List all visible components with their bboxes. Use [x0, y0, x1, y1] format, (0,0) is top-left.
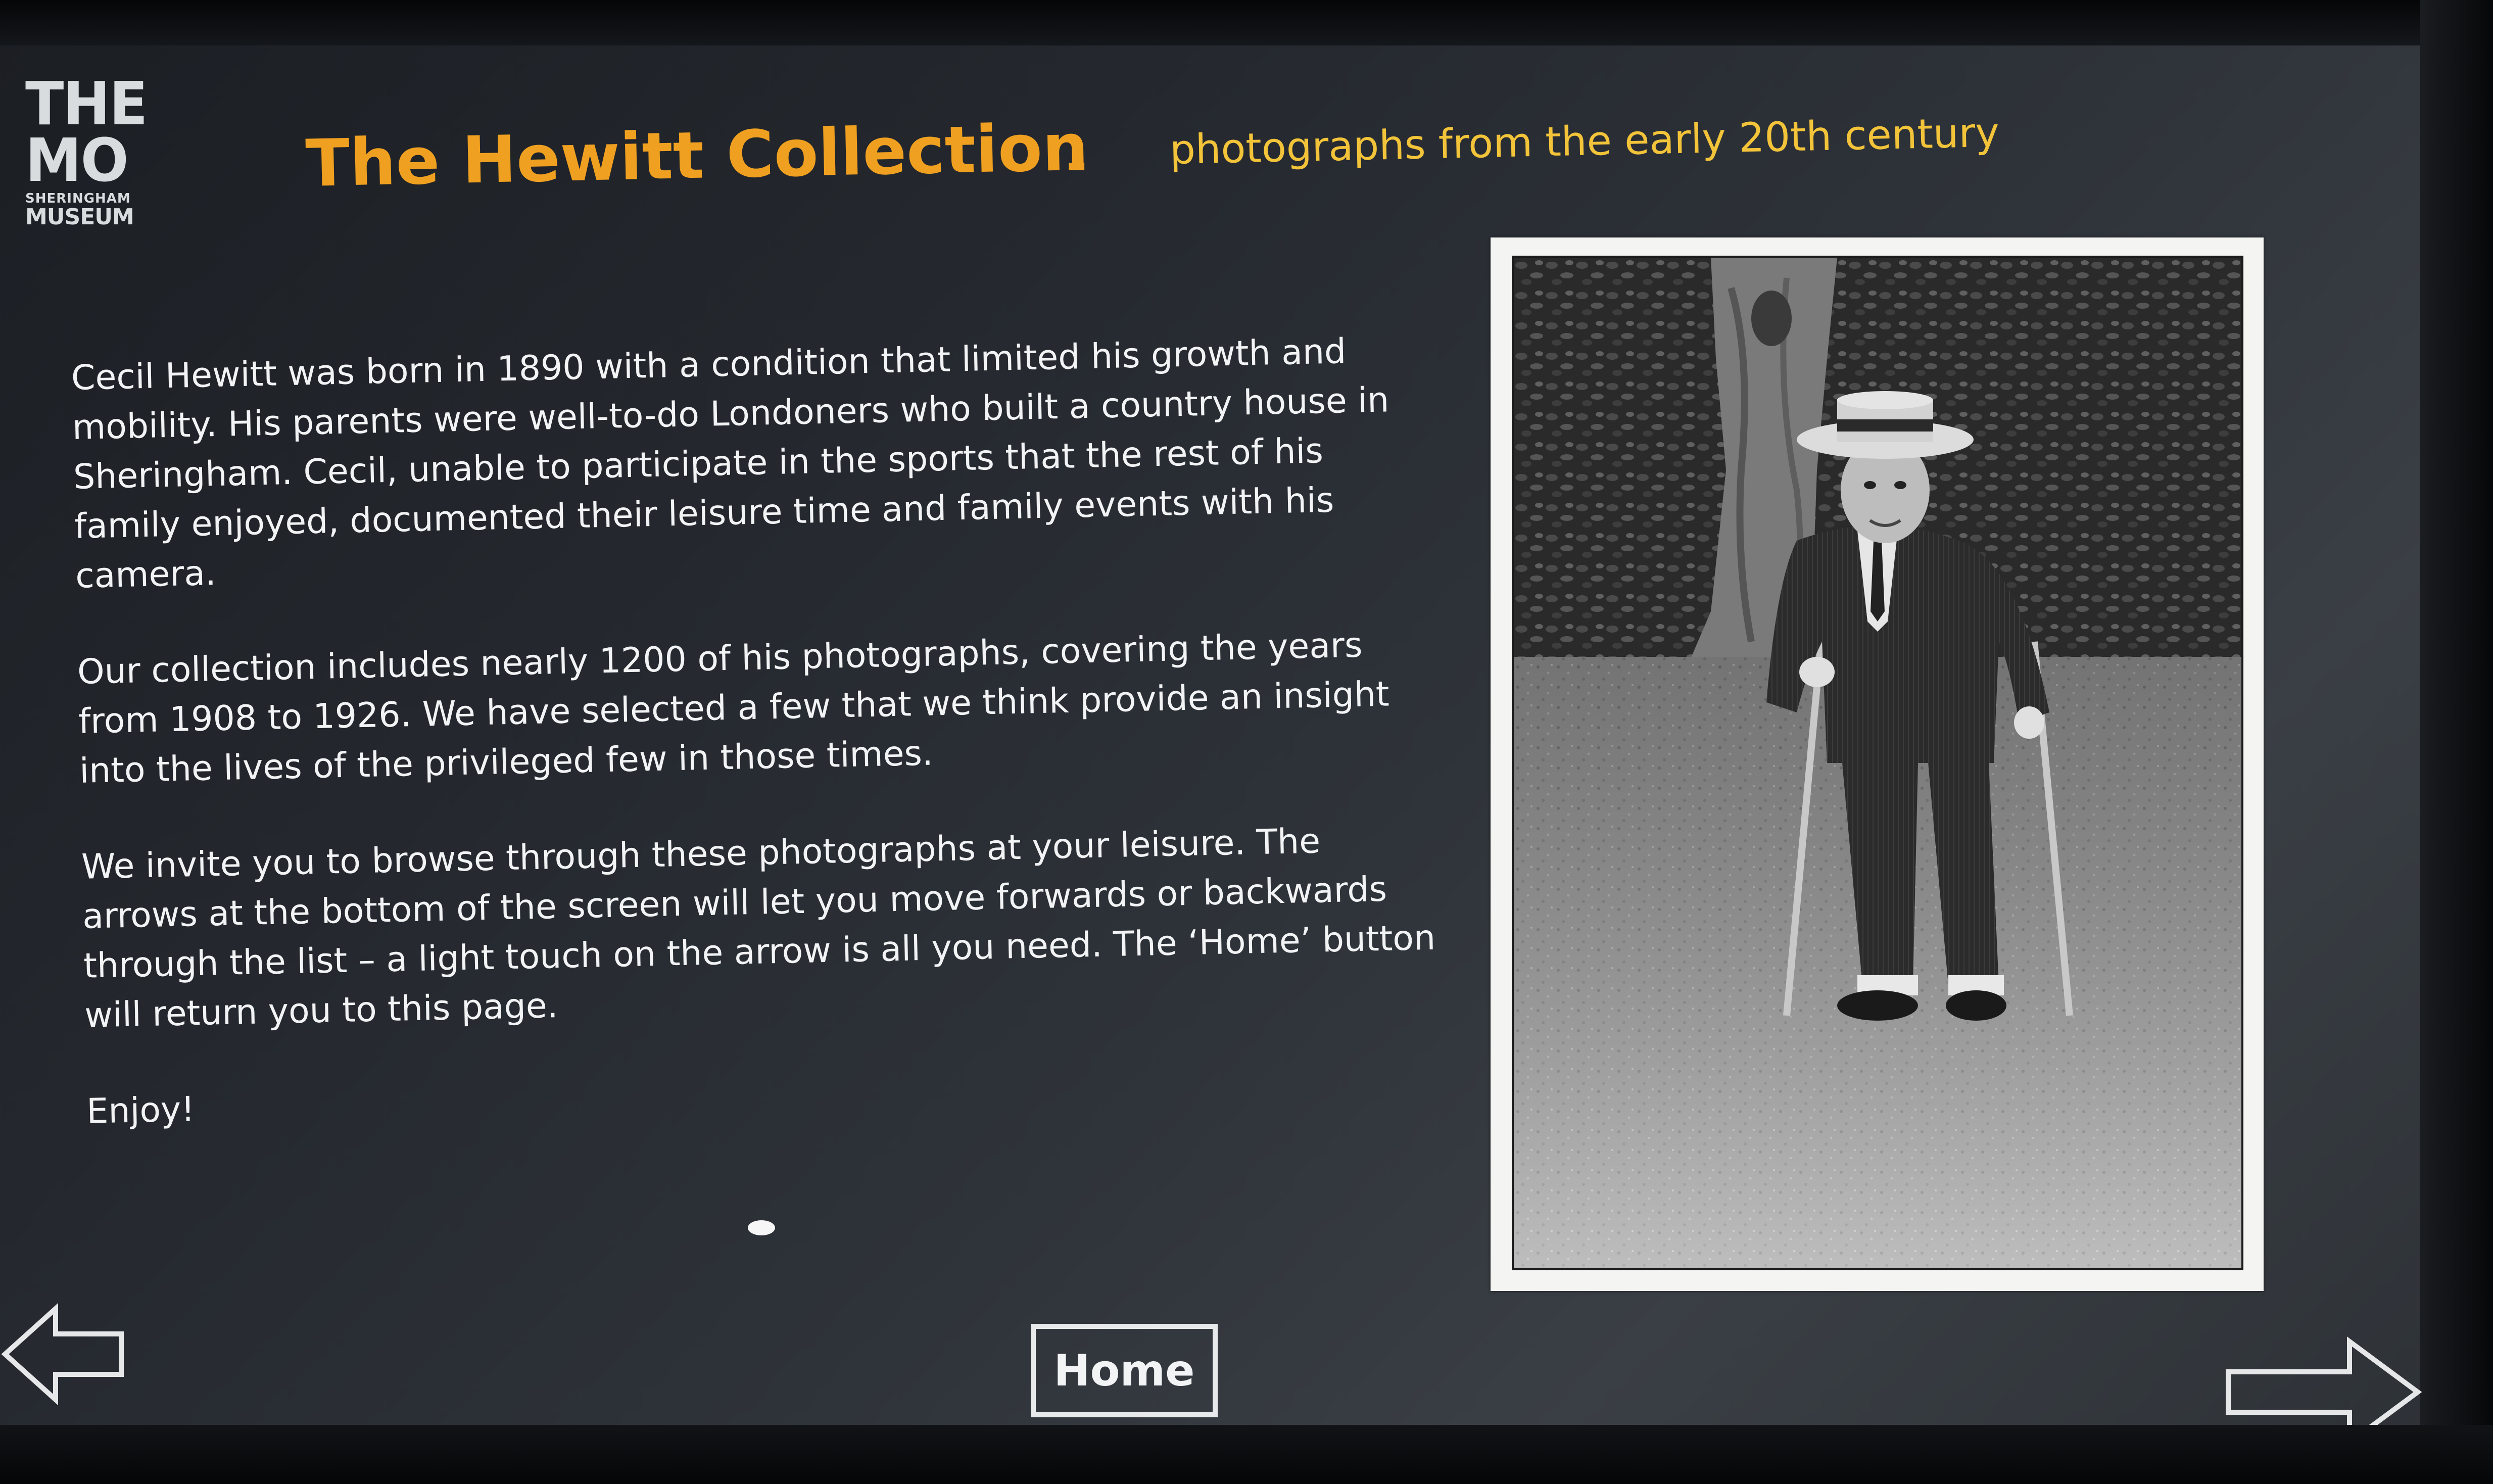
- title-separator: -: [1066, 134, 1087, 193]
- page-subtitle: photographs from the early 20th century: [1169, 109, 2000, 173]
- photo-illustration: [1514, 258, 2241, 1268]
- featured-photo-frame: [1491, 237, 2264, 1291]
- left-arrow-icon[interactable]: [0, 1299, 131, 1410]
- museum-logo: THE MO SHERINGHAM MUSEUM: [25, 69, 148, 230]
- touch-indicator: [748, 1220, 775, 1235]
- intro-closing: Enjoy!: [86, 1089, 196, 1132]
- intro-text: Cecil Hewitt was born in 1890 with a con…: [71, 325, 1452, 1183]
- home-button[interactable]: Home: [1031, 1324, 1218, 1417]
- page-title: The Hewitt Collection: [305, 110, 1089, 202]
- logo-line-the: THE: [25, 69, 148, 139]
- screen-bezel-bottom: [0, 1425, 2493, 1484]
- intro-paragraph-3: We invite you to browse through these ph…: [81, 821, 1436, 1036]
- intro-paragraph-2: Our collection includes nearly 1200 of h…: [77, 625, 1390, 791]
- screen-bezel-top: [0, 0, 2493, 45]
- intro-paragraph-1: Cecil Hewitt was born in 1890 with a con…: [71, 331, 1390, 596]
- logo-line-mo: MO: [25, 126, 129, 196]
- featured-photo: [1512, 256, 2243, 1270]
- logo-line-museum: MUSEUM: [25, 204, 134, 230]
- screen-bezel-right: [2420, 0, 2493, 1484]
- kiosk-screen: THE MO SHERINGHAM MUSEUM The Hewitt Coll…: [0, 0, 2493, 1484]
